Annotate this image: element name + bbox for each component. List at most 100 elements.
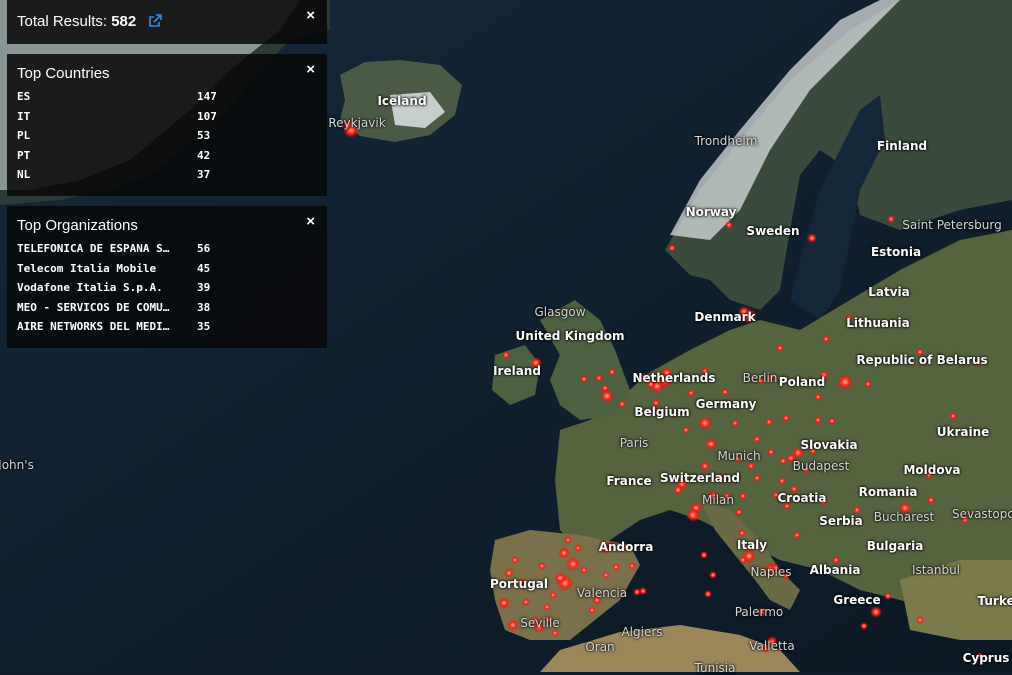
- result-marker[interactable]: [566, 557, 580, 571]
- result-marker[interactable]: [601, 384, 609, 392]
- result-marker[interactable]: [731, 419, 739, 427]
- result-marker[interactable]: [779, 457, 787, 465]
- result-marker[interactable]: [507, 619, 519, 631]
- result-marker[interactable]: [916, 616, 924, 624]
- result-marker[interactable]: [767, 448, 775, 456]
- result-marker[interactable]: [564, 536, 572, 544]
- result-marker[interactable]: [608, 368, 616, 376]
- result-marker[interactable]: [721, 388, 729, 396]
- result-marker[interactable]: [551, 629, 559, 637]
- list-item[interactable]: TELEFONICA DE ESPANA S… 56: [17, 239, 317, 259]
- result-marker[interactable]: [837, 374, 853, 390]
- result-marker[interactable]: [870, 606, 882, 618]
- result-marker[interactable]: [793, 531, 801, 539]
- result-marker[interactable]: [639, 587, 647, 595]
- result-marker[interactable]: [814, 416, 822, 424]
- result-marker[interactable]: [673, 485, 683, 495]
- result-marker[interactable]: [860, 622, 868, 630]
- result-marker[interactable]: [700, 461, 710, 471]
- list-item[interactable]: IT 107: [17, 107, 317, 127]
- result-marker[interactable]: [705, 438, 717, 450]
- result-marker[interactable]: [574, 544, 582, 552]
- map-label: Portugal: [489, 577, 549, 591]
- result-marker[interactable]: [778, 477, 786, 485]
- map-label: Ireland: [493, 364, 541, 378]
- result-marker[interactable]: [668, 244, 676, 252]
- result-marker[interactable]: [747, 462, 755, 470]
- result-marker[interactable]: [782, 414, 790, 422]
- result-marker[interactable]: [887, 215, 895, 223]
- result-marker[interactable]: [753, 435, 761, 443]
- map-label: Italy: [736, 538, 768, 552]
- result-marker[interactable]: [700, 551, 708, 559]
- close-icon[interactable]: ×: [306, 214, 315, 229]
- list-item[interactable]: AIRE NETWORKS DEL MEDI… 35: [17, 317, 317, 337]
- external-link-icon[interactable]: [148, 14, 163, 32]
- list-item[interactable]: Vodafone Italia S.p.A. 39: [17, 278, 317, 298]
- result-marker[interactable]: [776, 344, 784, 352]
- result-marker[interactable]: [595, 374, 603, 382]
- result-marker[interactable]: [828, 417, 836, 425]
- result-marker[interactable]: [765, 418, 773, 426]
- result-marker[interactable]: [554, 572, 566, 584]
- result-marker[interactable]: [853, 506, 861, 514]
- list-item[interactable]: PT 42: [17, 146, 317, 166]
- result-marker[interactable]: [686, 508, 700, 522]
- result-marker[interactable]: [628, 562, 636, 570]
- country-count: 37: [197, 168, 211, 182]
- result-marker[interactable]: [549, 591, 557, 599]
- result-marker[interactable]: [682, 426, 690, 434]
- close-icon[interactable]: ×: [306, 62, 315, 77]
- organization-count: 38: [197, 300, 211, 314]
- result-marker[interactable]: [753, 474, 761, 482]
- result-marker[interactable]: [949, 412, 957, 420]
- result-marker[interactable]: [738, 529, 746, 537]
- result-marker[interactable]: [807, 233, 817, 243]
- list-item[interactable]: PL 53: [17, 126, 317, 146]
- top-organizations-list: TELEFONICA DE ESPANA S… 56 Telecom Italia…: [7, 234, 327, 337]
- country-code: PT: [17, 148, 31, 162]
- top-countries-panel: Top Countries × ES 147 IT 107 PL 53 PT 42 NL…: [7, 54, 327, 196]
- map-label: Naples: [750, 565, 792, 579]
- result-marker[interactable]: [588, 606, 596, 614]
- list-item[interactable]: MEO - SERVICOS DE COMU… 38: [17, 298, 317, 318]
- close-icon[interactable]: ×: [306, 8, 315, 23]
- result-marker[interactable]: [543, 603, 551, 611]
- result-marker[interactable]: [814, 393, 822, 401]
- result-marker[interactable]: [538, 562, 546, 570]
- result-marker[interactable]: [739, 492, 747, 500]
- result-marker[interactable]: [735, 508, 743, 516]
- result-marker[interactable]: [704, 590, 712, 598]
- map-label: Albania: [809, 563, 861, 577]
- result-marker[interactable]: [580, 566, 588, 574]
- result-marker[interactable]: [580, 375, 588, 383]
- result-marker[interactable]: [739, 556, 747, 564]
- result-marker[interactable]: [864, 380, 872, 388]
- map-label: Serbia: [819, 514, 863, 528]
- country-count: 53: [197, 129, 211, 143]
- organization-name: AIRE NETWORKS DEL MEDI…: [17, 320, 170, 334]
- result-marker[interactable]: [709, 571, 717, 579]
- top-organizations-panel: Top Organizations × TELEFONICA DE ESPANA…: [7, 206, 327, 348]
- result-marker[interactable]: [612, 563, 620, 571]
- map-label: Norway: [685, 205, 737, 219]
- result-marker[interactable]: [725, 221, 733, 229]
- result-marker[interactable]: [522, 598, 530, 606]
- result-marker[interactable]: [602, 571, 610, 579]
- list-item[interactable]: NL 37: [17, 165, 317, 185]
- list-item[interactable]: Telecom Italia Mobile 45: [17, 259, 317, 279]
- top-countries-title: Top Countries: [17, 65, 110, 82]
- result-marker[interactable]: [687, 389, 695, 397]
- result-marker[interactable]: [558, 547, 570, 559]
- result-marker[interactable]: [884, 592, 892, 600]
- result-marker[interactable]: [618, 400, 626, 408]
- result-marker[interactable]: [511, 556, 519, 564]
- map-label: Istanbul: [911, 563, 961, 577]
- result-marker[interactable]: [927, 496, 935, 504]
- result-marker[interactable]: [498, 597, 510, 609]
- result-marker[interactable]: [822, 335, 830, 343]
- list-item[interactable]: ES 147: [17, 87, 317, 107]
- map-label: Trondheim: [694, 134, 758, 148]
- result-marker[interactable]: [698, 416, 712, 430]
- result-marker[interactable]: [502, 351, 510, 359]
